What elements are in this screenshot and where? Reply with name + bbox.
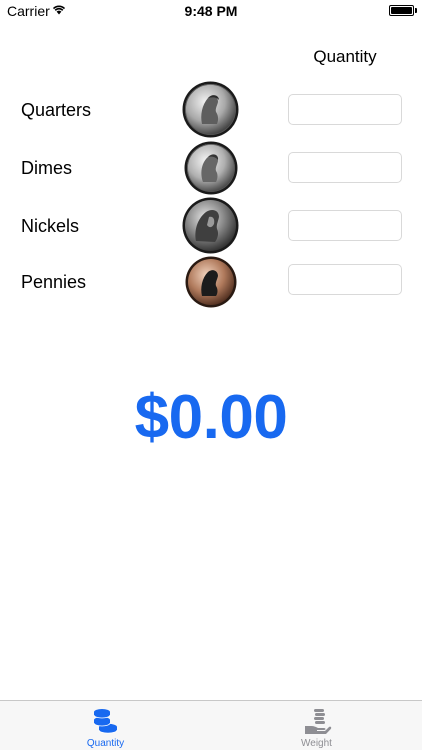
nickel-coin-icon <box>182 197 239 254</box>
coin-row-pennies: Pennies <box>0 254 422 314</box>
tab-label-weight: Weight <box>301 738 332 749</box>
quarter-coin-icon <box>182 81 239 138</box>
coin-label: Dimes <box>21 158 73 178</box>
nickels-quantity-input[interactable] <box>288 210 402 241</box>
pennies-quantity-input[interactable] <box>288 264 402 295</box>
clock-time: 9:48 PM <box>184 3 238 19</box>
dimes-quantity-input[interactable] <box>288 152 402 183</box>
hand-coins-icon <box>305 709 332 734</box>
status-bar: Carrier 9:48 PM <box>0 0 422 22</box>
tab-quantity[interactable]: Quantity <box>0 701 211 750</box>
penny-coin-icon <box>185 256 237 308</box>
coin-row-quarters: Quarters <box>0 80 422 140</box>
battery-tip <box>415 8 417 13</box>
battery-icon <box>389 5 414 16</box>
coin-stack-icon <box>93 709 118 734</box>
coin-label: Nickels <box>21 216 80 236</box>
coin-row-dimes: Dimes <box>0 138 422 198</box>
coin-label: Pennies <box>21 272 87 292</box>
tab-label-quantity: Quantity <box>86 738 125 749</box>
coin-row-nickels: Nickels <box>0 196 422 256</box>
dime-coin-icon <box>184 141 238 195</box>
total-amount: $0.00 <box>134 383 288 452</box>
tab-bar: Quantity Weight <box>0 700 422 750</box>
quantity-column-header: Quantity <box>313 47 377 66</box>
quarters-quantity-input[interactable] <box>288 94 402 125</box>
coin-label: Quarters <box>21 100 92 120</box>
tab-weight[interactable]: Weight <box>211 701 422 750</box>
